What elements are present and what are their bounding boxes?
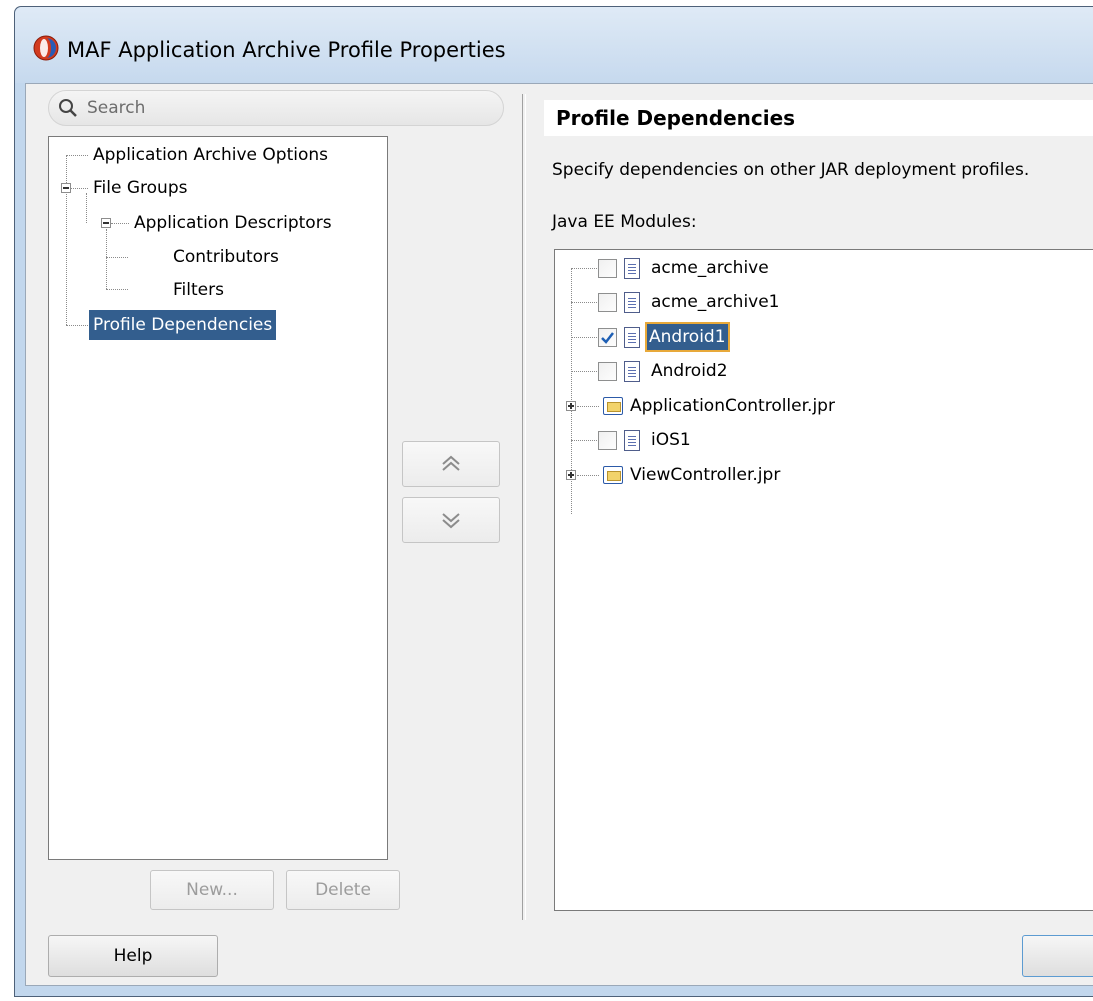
search-input[interactable] [87, 94, 487, 122]
deployment-profile-icon [624, 292, 640, 313]
ok-button[interactable] [1022, 935, 1093, 977]
search-icon [59, 99, 77, 117]
tree-item-application-descriptors[interactable]: Application Descriptors [130, 208, 336, 238]
tree-line [106, 257, 128, 258]
tree-line [106, 229, 107, 289]
expand-icon[interactable] [566, 470, 576, 480]
tree-item-contributors[interactable]: Contributors [169, 242, 283, 272]
module-acme-archive1[interactable]: acme_archive1 [648, 288, 783, 316]
module-android2[interactable]: Android2 [648, 357, 731, 385]
tree-line [86, 193, 87, 223]
collapse-icon[interactable] [61, 183, 71, 193]
expand-icon[interactable] [566, 401, 576, 411]
module-view-controller[interactable]: ViewController.jpr [627, 461, 783, 489]
deployment-profile-icon [624, 258, 640, 279]
checkbox-android2[interactable] [598, 362, 617, 381]
section-description: Specify dependencies on other JAR deploy… [552, 160, 1030, 180]
search-box [48, 90, 504, 126]
java-ee-modules-label: Java EE Modules: [552, 212, 697, 232]
tree-line [66, 155, 67, 325]
window-title: MAF Application Archive Profile Properti… [67, 38, 506, 62]
move-up-button[interactable] [402, 441, 500, 487]
section-title: Profile Dependencies [544, 100, 1093, 136]
tree-line [571, 440, 597, 441]
move-down-button[interactable] [402, 497, 500, 543]
deployment-profile-icon [624, 327, 640, 348]
dialog-body: Application Archive Options File Groups … [25, 83, 1093, 986]
tree-line [66, 325, 88, 326]
deployment-profile-icon [624, 430, 640, 451]
navigation-tree: Application Archive Options File Groups … [48, 136, 388, 860]
tree-line [66, 155, 88, 156]
checkbox-acme-archive[interactable] [598, 259, 617, 278]
tree-line [111, 223, 129, 224]
tree-line [71, 188, 88, 189]
tree-line [571, 371, 597, 372]
project-folder-icon [603, 466, 623, 484]
delete-button-label: Delete [315, 880, 371, 900]
tree-item-file-groups[interactable]: File Groups [89, 173, 191, 203]
double-chevron-down-icon [442, 513, 460, 529]
help-button-label: Help [113, 946, 153, 966]
deployment-profile-icon [624, 361, 640, 382]
checkbox-android1[interactable] [598, 328, 617, 347]
delete-button[interactable]: Delete [286, 870, 400, 910]
new-button-label: New... [186, 880, 238, 900]
tree-line [106, 289, 128, 290]
double-chevron-up-icon [442, 455, 460, 471]
tree-line [577, 475, 599, 476]
help-button[interactable]: Help [48, 935, 218, 977]
tree-line [577, 406, 599, 407]
dialog-window: MAF Application Archive Profile Properti… [14, 6, 1093, 997]
new-button[interactable]: New... [150, 870, 274, 910]
checkbox-acme-archive1[interactable] [598, 293, 617, 312]
module-ios1[interactable]: iOS1 [648, 426, 694, 454]
java-ee-modules-tree: acme_archive acme_archive1 Android1 Andr… [554, 249, 1093, 911]
module-acme-archive[interactable]: acme_archive [648, 254, 772, 282]
tree-item-filters[interactable]: Filters [169, 275, 228, 305]
oracle-app-icon [33, 35, 59, 61]
tree-line [571, 268, 597, 269]
collapse-icon[interactable] [101, 218, 111, 228]
title-bar[interactable]: MAF Application Archive Profile Properti… [15, 7, 1093, 83]
tree-line [571, 337, 597, 338]
tree-item-application-archive-options[interactable]: Application Archive Options [89, 140, 332, 170]
tree-item-profile-dependencies[interactable]: Profile Dependencies [89, 310, 277, 340]
module-android1[interactable]: Android1 [645, 322, 730, 352]
module-application-controller[interactable]: ApplicationController.jpr [627, 392, 838, 420]
checkbox-ios1[interactable] [598, 431, 617, 450]
splitter[interactable] [522, 94, 526, 920]
checkmark-icon [601, 332, 614, 344]
tree-line [571, 302, 597, 303]
project-folder-icon [603, 397, 623, 415]
